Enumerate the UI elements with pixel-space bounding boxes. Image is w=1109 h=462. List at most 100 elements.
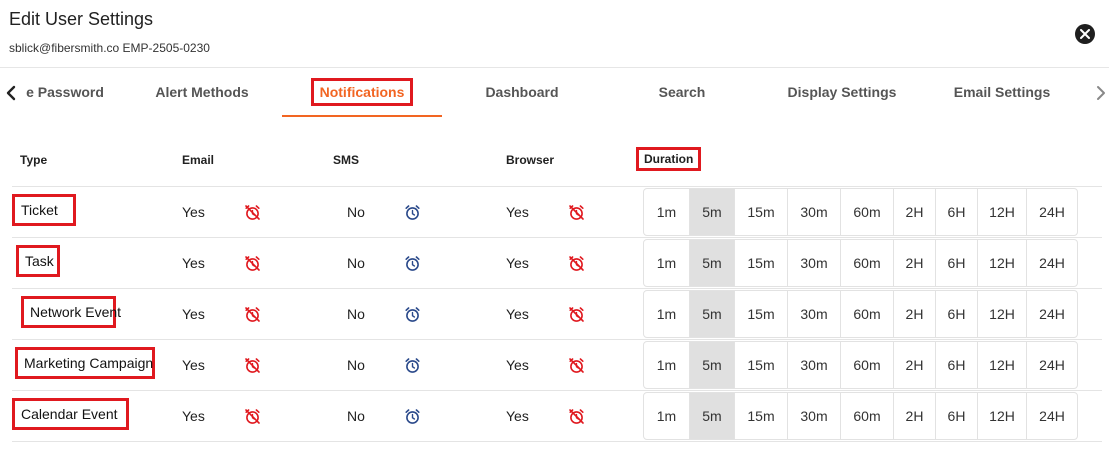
sms-value: No bbox=[347, 255, 365, 271]
tab-bar: e Password Alert Methods Notifications D… bbox=[0, 67, 1109, 117]
alarm-off-icon[interactable] bbox=[568, 306, 585, 323]
chevron-left-icon[interactable] bbox=[4, 83, 18, 103]
alarm-off-icon[interactable] bbox=[244, 357, 261, 374]
duration-option[interactable]: 6H bbox=[936, 342, 978, 388]
alarm-off-icon[interactable] bbox=[244, 255, 261, 272]
row-type-label: Task bbox=[25, 253, 54, 269]
tab-label: Alert Methods bbox=[155, 84, 249, 100]
sms-value: No bbox=[347, 357, 365, 373]
duration-option[interactable]: 2H bbox=[894, 291, 936, 337]
duration-option[interactable]: 15m bbox=[735, 393, 788, 439]
duration-option[interactable]: 24H bbox=[1027, 342, 1077, 388]
duration-option[interactable]: 60m bbox=[841, 342, 894, 388]
duration-option[interactable]: 12H bbox=[978, 189, 1027, 235]
close-icon bbox=[1080, 29, 1090, 39]
duration-option[interactable]: 30m bbox=[788, 189, 841, 235]
duration-option[interactable]: 5m bbox=[690, 240, 735, 286]
tab-change-password[interactable]: e Password bbox=[20, 68, 110, 116]
alarm-icon[interactable] bbox=[404, 357, 421, 374]
alarm-icon[interactable] bbox=[404, 306, 421, 323]
sms-value: No bbox=[347, 408, 365, 424]
email-value: Yes bbox=[182, 357, 205, 373]
browser-value: Yes bbox=[506, 408, 529, 424]
chevron-right-icon[interactable] bbox=[1094, 83, 1108, 103]
alarm-icon[interactable] bbox=[404, 204, 421, 221]
column-header-type: Type bbox=[20, 153, 48, 167]
duration-option[interactable]: 60m bbox=[841, 240, 894, 286]
tab-label: Dashboard bbox=[485, 84, 559, 100]
duration-option[interactable]: 15m bbox=[735, 240, 788, 286]
duration-option[interactable]: 1m bbox=[644, 189, 690, 235]
column-header-browser: Browser bbox=[506, 153, 555, 167]
duration-option[interactable]: 12H bbox=[978, 240, 1027, 286]
duration-option[interactable]: 2H bbox=[894, 240, 936, 286]
browser-value: Yes bbox=[506, 204, 529, 220]
duration-option[interactable]: 24H bbox=[1027, 393, 1077, 439]
duration-option[interactable]: 2H bbox=[894, 393, 936, 439]
alarm-off-icon[interactable] bbox=[568, 255, 585, 272]
row-type-label: Calendar Event bbox=[21, 406, 118, 422]
duration-option[interactable]: 12H bbox=[978, 291, 1027, 337]
tab-notifications[interactable]: Notifications bbox=[282, 68, 442, 116]
row-type-label: Network Event bbox=[30, 304, 122, 320]
tab-dashboard[interactable]: Dashboard bbox=[462, 68, 582, 116]
browser-value: Yes bbox=[506, 255, 529, 271]
duration-option[interactable]: 60m bbox=[841, 189, 894, 235]
duration-selector: 1m 5m 15m 30m 60m 2H 6H 12H 24H bbox=[643, 239, 1078, 287]
duration-option[interactable]: 60m bbox=[841, 291, 894, 337]
tab-alert-methods[interactable]: Alert Methods bbox=[142, 68, 262, 116]
tab-display-settings[interactable]: Display Settings bbox=[772, 68, 912, 116]
duration-option[interactable]: 1m bbox=[644, 291, 690, 337]
tab-email-settings[interactable]: Email Settings bbox=[937, 68, 1067, 116]
row-type: Network Event bbox=[21, 296, 121, 328]
email-value: Yes bbox=[182, 204, 205, 220]
duration-option[interactable]: 15m bbox=[735, 189, 788, 235]
duration-option[interactable]: 5m bbox=[690, 189, 735, 235]
table-row: Marketing Campaign Yes No Yes 1m 5m 15m 30m 60m 2… bbox=[12, 340, 1102, 391]
dialog-title: Edit User Settings bbox=[9, 9, 154, 29]
duration-option[interactable]: 60m bbox=[841, 393, 894, 439]
duration-option[interactable]: 6H bbox=[936, 291, 978, 337]
alarm-off-icon[interactable] bbox=[244, 306, 261, 323]
duration-option[interactable]: 24H bbox=[1027, 291, 1077, 337]
duration-option[interactable]: 1m bbox=[644, 342, 690, 388]
duration-option[interactable]: 1m bbox=[644, 240, 690, 286]
alarm-off-icon[interactable] bbox=[568, 408, 585, 425]
alarm-off-icon[interactable] bbox=[568, 357, 585, 374]
duration-option[interactable]: 2H bbox=[894, 189, 936, 235]
duration-option[interactable]: 5m bbox=[690, 342, 735, 388]
duration-option[interactable]: 15m bbox=[735, 291, 788, 337]
alarm-off-icon[interactable] bbox=[244, 204, 261, 221]
duration-selector: 1m 5m 15m 30m 60m 2H 6H 12H 24H bbox=[643, 188, 1078, 236]
sms-value: No bbox=[347, 306, 365, 322]
duration-option[interactable]: 24H bbox=[1027, 240, 1077, 286]
duration-option[interactable]: 15m bbox=[735, 342, 788, 388]
duration-option[interactable]: 30m bbox=[788, 342, 841, 388]
duration-option[interactable]: 1m bbox=[644, 393, 690, 439]
duration-option[interactable]: 24H bbox=[1027, 189, 1077, 235]
duration-option[interactable]: 30m bbox=[788, 291, 841, 337]
duration-option[interactable]: 30m bbox=[788, 393, 841, 439]
duration-option[interactable]: 6H bbox=[936, 393, 978, 439]
email-value: Yes bbox=[182, 306, 205, 322]
alarm-off-icon[interactable] bbox=[568, 204, 585, 221]
alarm-icon[interactable] bbox=[404, 408, 421, 425]
duration-option[interactable]: 5m bbox=[690, 393, 735, 439]
duration-option[interactable]: 12H bbox=[978, 342, 1027, 388]
row-type: Marketing Campaign bbox=[15, 347, 155, 379]
duration-option[interactable]: 5m bbox=[690, 291, 735, 337]
alarm-off-icon[interactable] bbox=[244, 408, 261, 425]
duration-option[interactable]: 2H bbox=[894, 342, 936, 388]
tab-search[interactable]: Search bbox=[622, 68, 742, 116]
table-row: Ticket Yes No Yes 1m 5m 15m 30m 60m 2H 6H 12H 24H bbox=[12, 187, 1102, 238]
duration-option[interactable]: 6H bbox=[936, 240, 978, 286]
duration-option[interactable]: 6H bbox=[936, 189, 978, 235]
tab-label: Search bbox=[658, 84, 706, 100]
alarm-icon[interactable] bbox=[404, 255, 421, 272]
notifications-table: Type Email SMS Browser Duration Ticket Ye… bbox=[12, 140, 1102, 442]
duration-option[interactable]: 12H bbox=[978, 393, 1027, 439]
row-type: Ticket bbox=[12, 194, 76, 226]
column-header-duration: Duration bbox=[636, 147, 702, 171]
close-button[interactable] bbox=[1075, 24, 1095, 44]
duration-option[interactable]: 30m bbox=[788, 240, 841, 286]
